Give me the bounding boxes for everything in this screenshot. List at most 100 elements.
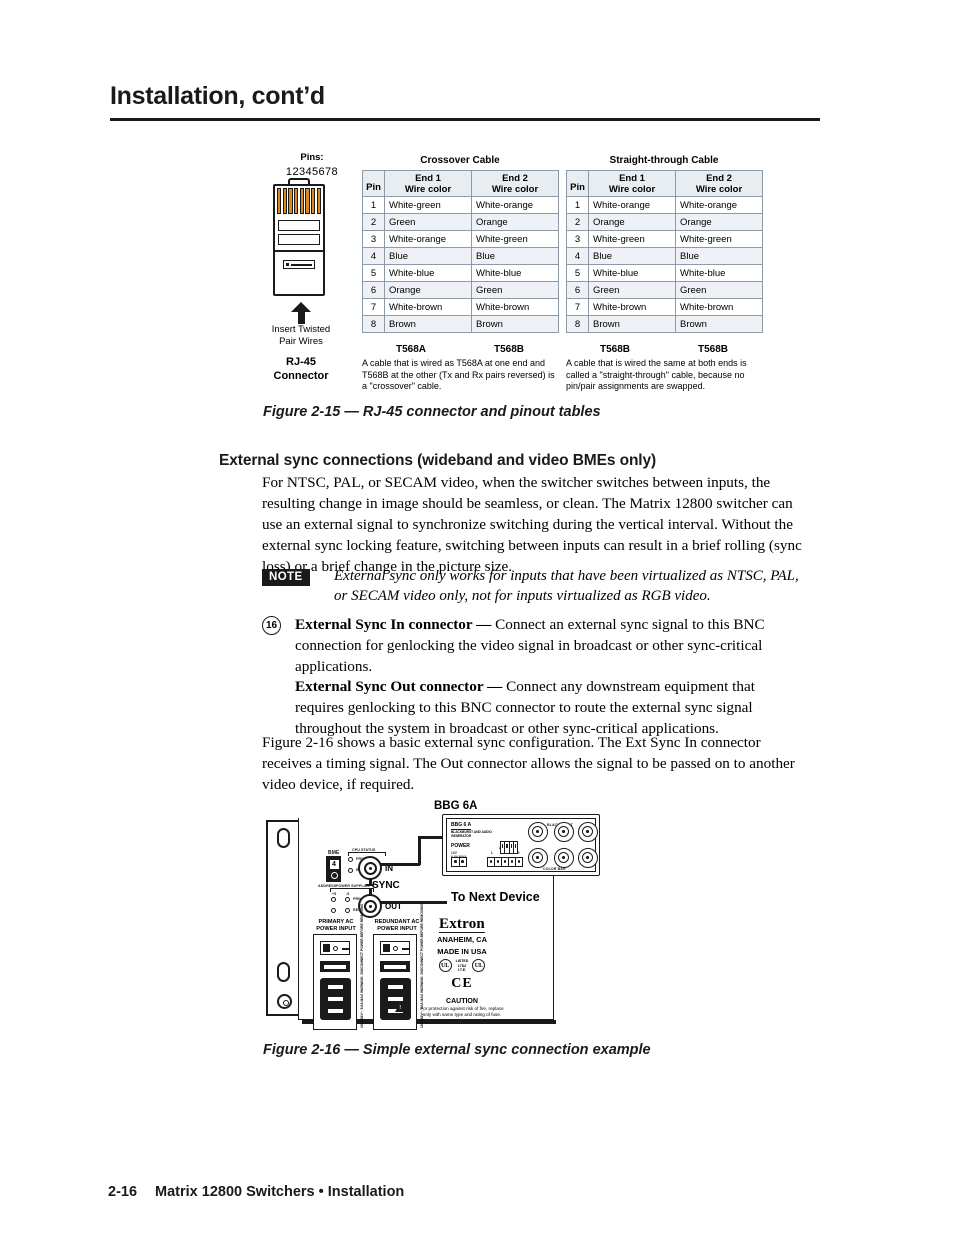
table-row: 7 White-brown White-brown (566, 298, 763, 316)
straight-through-table-heading: Straight-through Cable (609, 155, 719, 166)
caution-body: For protection against risk of fire, rep… (420, 1005, 504, 1017)
cell-pin: 1 (566, 196, 589, 214)
extron-logo: Extron (439, 916, 485, 933)
cell-end2: White-green (675, 230, 763, 248)
table-row: 1 White-green White-orange (362, 196, 559, 214)
cell-end1: Green (384, 213, 472, 231)
cell-end1: Orange (588, 213, 676, 231)
table-row: 8 Brown Brown (566, 315, 763, 333)
sync-group-label: SYNC (372, 880, 400, 891)
column-header-end2-line2: Wire color (491, 183, 539, 195)
sync-out-paragraph: External Sync Out connector — Connect an… (295, 676, 795, 739)
cell-end1: Brown (384, 315, 472, 333)
footer-text: Matrix 12800 Switchers • Installation (155, 1184, 405, 1200)
primary-ac-power-input (313, 934, 357, 1030)
cell-end1: White-brown (588, 298, 676, 316)
cell-end1: Brown (588, 315, 676, 333)
ul-mark-icon: UL (472, 959, 486, 973)
cell-end2: Blue (471, 247, 559, 265)
bbg-audio-terminal-block (487, 857, 523, 867)
column-header-end1-line1: End 1 (619, 172, 645, 184)
note-text: External sync only works for inputs that… (334, 568, 799, 604)
straight-through-table-note: A cable that is wired the same at both e… (566, 358, 747, 391)
psu-primary-minus5-led (345, 897, 350, 902)
cell-end2: Green (675, 281, 763, 299)
cell-end1: White-orange (588, 196, 676, 214)
primary-power-switch (320, 941, 350, 955)
cpu-status-label: CPU STATUS (352, 848, 376, 852)
cell-end1: Blue (384, 247, 472, 265)
crossover-standards-row: T568A T568B (362, 344, 558, 355)
crossover-standard-end2: T568B (493, 344, 524, 355)
cell-end2: White-brown (675, 298, 763, 316)
cell-pin: 5 (566, 264, 589, 282)
cell-end1: White-brown (384, 298, 472, 316)
table-row: 3 White-green White-green (566, 230, 763, 248)
cell-end2: White-brown (471, 298, 559, 316)
bbg-colorbar-bnc-4 (554, 848, 574, 868)
ext-sync-in-bnc (358, 856, 382, 880)
bbg-colorbar-bnc-6 (578, 848, 598, 868)
warning-triangle-icon (395, 1002, 407, 1012)
cell-pin: 1 (362, 196, 385, 214)
bbg-dip-switches (500, 841, 518, 854)
rj45-gold-pins (277, 188, 321, 214)
intro-paragraph: For NTSC, PAL, or SECAM video, when the … (262, 474, 802, 575)
rj45-divider-line (275, 250, 323, 252)
bbg-colorbar-bnc-2 (528, 848, 548, 868)
to-next-device-label: To Next Device (451, 890, 540, 904)
table-header-row: Pin End 1 Wire color End 2 Wire color (362, 170, 559, 197)
cell-end2: White-blue (675, 264, 763, 282)
page-title: Installation, cont’d (110, 82, 325, 110)
cell-end1: Orange (384, 281, 472, 299)
cell-end2: Orange (471, 213, 559, 231)
power-supplies-bracket (330, 888, 374, 892)
table-row: 5 White-blue White-blue (362, 264, 559, 282)
primary-fuse-holder (320, 961, 350, 972)
table-row: 3 White-orange White-green (362, 230, 559, 248)
extron-city: ANAHEIM, CA (437, 935, 487, 944)
certification-marks: UL LISTED 17D2 I.T.E. UL (418, 959, 506, 973)
table-row: 2 Green Orange (362, 213, 559, 231)
cell-end2: Brown (675, 315, 763, 333)
plus5-label: +5 (332, 892, 337, 896)
rj45-connector-label: RJ-45 Connector (273, 356, 329, 382)
sync-out-lead: External Sync Out connector — (295, 678, 503, 695)
cell-pin: 4 (566, 247, 589, 265)
cell-pin: 8 (362, 315, 385, 333)
column-header-end2: End 2 Wire color (675, 170, 763, 197)
bbg-blackburst-bnc-3 (554, 822, 574, 842)
column-header-pin: Pin (566, 170, 589, 197)
table-row: 2 Orange Orange (566, 213, 763, 231)
cell-end1: White-green (588, 230, 676, 248)
table-row: 8 Brown Brown (362, 315, 559, 333)
bme-address-button (330, 872, 338, 879)
bbg-power-terminal-block (451, 857, 467, 867)
pin-numbers: 12345678 (285, 166, 339, 178)
cpu-primary-led (348, 857, 353, 862)
cell-end1: White-blue (384, 264, 472, 282)
psu-primary-plus5-led (331, 897, 336, 902)
cell-end2: White-blue (471, 264, 559, 282)
rack-mount-hole (277, 962, 290, 982)
insert-wires-label: Insert Twisted Pair Wires (271, 324, 331, 347)
rack-mount-hole (277, 828, 290, 848)
ul-mark-icon: UL (438, 959, 452, 973)
crossover-standard-end1: T568A (395, 344, 426, 355)
bme-address-value: 4 (329, 860, 339, 869)
straight-through-pinout-table: Pin End 1 Wire color End 2 Wire color 1 … (566, 170, 763, 333)
extron-brand-block: Extron ANAHEIM, CA MADE IN USA UL LISTED… (418, 915, 506, 1018)
cell-end1: White-blue (588, 264, 676, 282)
primary-fuse-warning-text: 100-240V~, 5.0A MAX WARNING: DISCONNECT … (360, 903, 364, 1028)
rj45-slot-lower (278, 234, 320, 245)
bbg-description: BLACKBURST AND AUDIO GENERATOR (451, 830, 492, 838)
cell-end2: Blue (675, 247, 763, 265)
primary-iec-socket (320, 978, 351, 1020)
cell-pin: 6 (566, 281, 589, 299)
table-header-row: Pin End 1 Wire color End 2 Wire color (566, 170, 763, 197)
item-16-lead: External Sync In connector — (295, 616, 492, 633)
table-row: 7 White-brown White-brown (362, 298, 559, 316)
extron-made-in: MADE IN USA (437, 946, 487, 956)
title-divider (110, 118, 820, 121)
column-header-end1-line2: Wire color (608, 183, 656, 195)
